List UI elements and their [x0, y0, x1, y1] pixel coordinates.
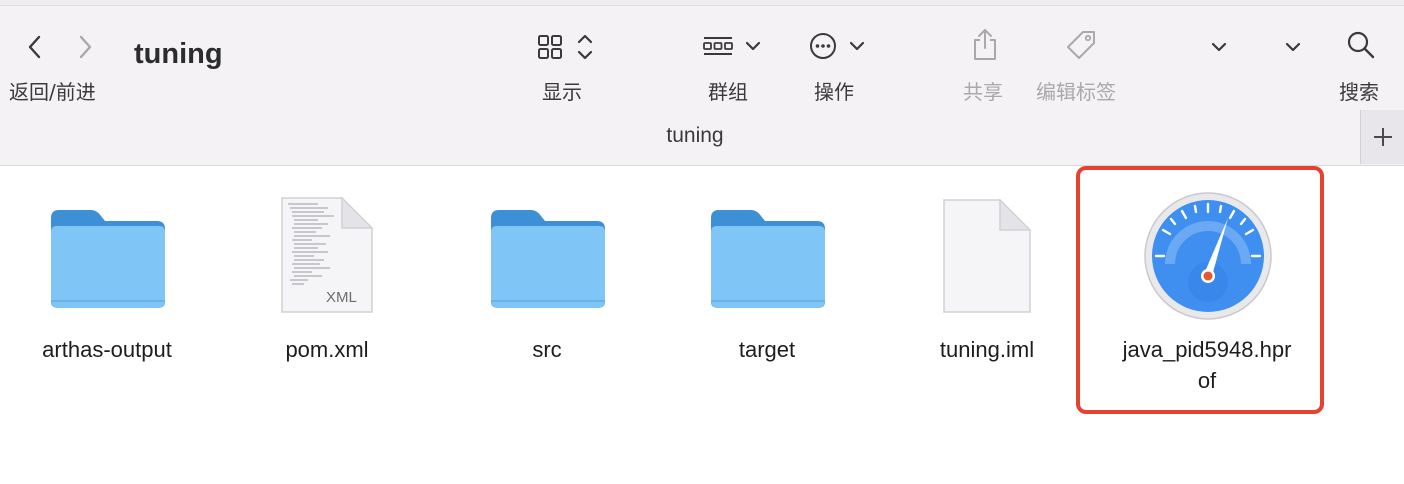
- more-menu-button[interactable]: [1206, 34, 1232, 60]
- xml-document-icon: XML: [281, 196, 374, 313]
- file-name: target: [738, 337, 796, 362]
- share-label: 共享: [963, 80, 1003, 104]
- search-button[interactable]: [1344, 28, 1378, 62]
- tags-label: 编辑标签: [1036, 80, 1116, 104]
- blank-document-icon: [943, 198, 1032, 313]
- group-list-icon: [703, 37, 761, 55]
- share-icon: [974, 29, 996, 60]
- group-label: 群组: [708, 80, 748, 104]
- action-label: 操作: [814, 80, 854, 104]
- ellipsis-circle-icon: [810, 33, 865, 59]
- folder-icon: [491, 210, 605, 308]
- file-item[interactable]: tuning.iml: [880, 166, 1094, 396]
- tag-button[interactable]: [1062, 28, 1100, 64]
- search-icon: [1347, 31, 1375, 59]
- path-bar: tuning: [0, 118, 1404, 166]
- chevron-down-icon: [1285, 42, 1301, 52]
- view-button[interactable]: [532, 30, 596, 64]
- overflow-menu-button[interactable]: [1280, 34, 1306, 60]
- window-title: tuning: [134, 38, 223, 70]
- toolbar: 返回/前进 tuning 显示 群组 操作 共享 编辑标签 搜索: [0, 0, 1404, 118]
- file-item[interactable]: src: [440, 166, 654, 396]
- action-button[interactable]: [806, 28, 870, 64]
- back-button[interactable]: [18, 30, 52, 64]
- chevron-down-icon: [1211, 42, 1227, 52]
- file-item[interactable]: arthas-output: [0, 166, 220, 396]
- file-item[interactable]: target: [660, 166, 874, 396]
- tag-icon: [1067, 31, 1095, 59]
- folder-icon: [51, 210, 165, 308]
- chevron-left-icon: [28, 35, 41, 59]
- file-badge: XML: [326, 289, 357, 306]
- file-item[interactable]: XML pom.xml: [220, 166, 434, 396]
- file-name: tuning.iml: [939, 337, 1035, 362]
- plus-icon: [1373, 128, 1392, 146]
- view-label: 显示: [542, 80, 582, 104]
- file-name: arthas-output: [42, 337, 172, 362]
- path-title: tuning: [666, 124, 724, 147]
- file-name: pom.xml: [285, 337, 369, 362]
- chevron-right-icon: [79, 35, 92, 59]
- forward-button[interactable]: [68, 30, 102, 64]
- share-button[interactable]: [966, 26, 1004, 64]
- title-bar-strip: [0, 0, 1404, 6]
- group-button[interactable]: [700, 30, 766, 64]
- selection-highlight-box: [1076, 166, 1324, 414]
- new-tab-button[interactable]: [1360, 110, 1404, 164]
- icon-grid-icon: [538, 34, 593, 60]
- folder-icon: [711, 210, 825, 308]
- search-label: 搜索: [1339, 80, 1379, 104]
- back-forward-label: 返回/前进: [9, 80, 96, 104]
- file-name: src: [532, 337, 562, 362]
